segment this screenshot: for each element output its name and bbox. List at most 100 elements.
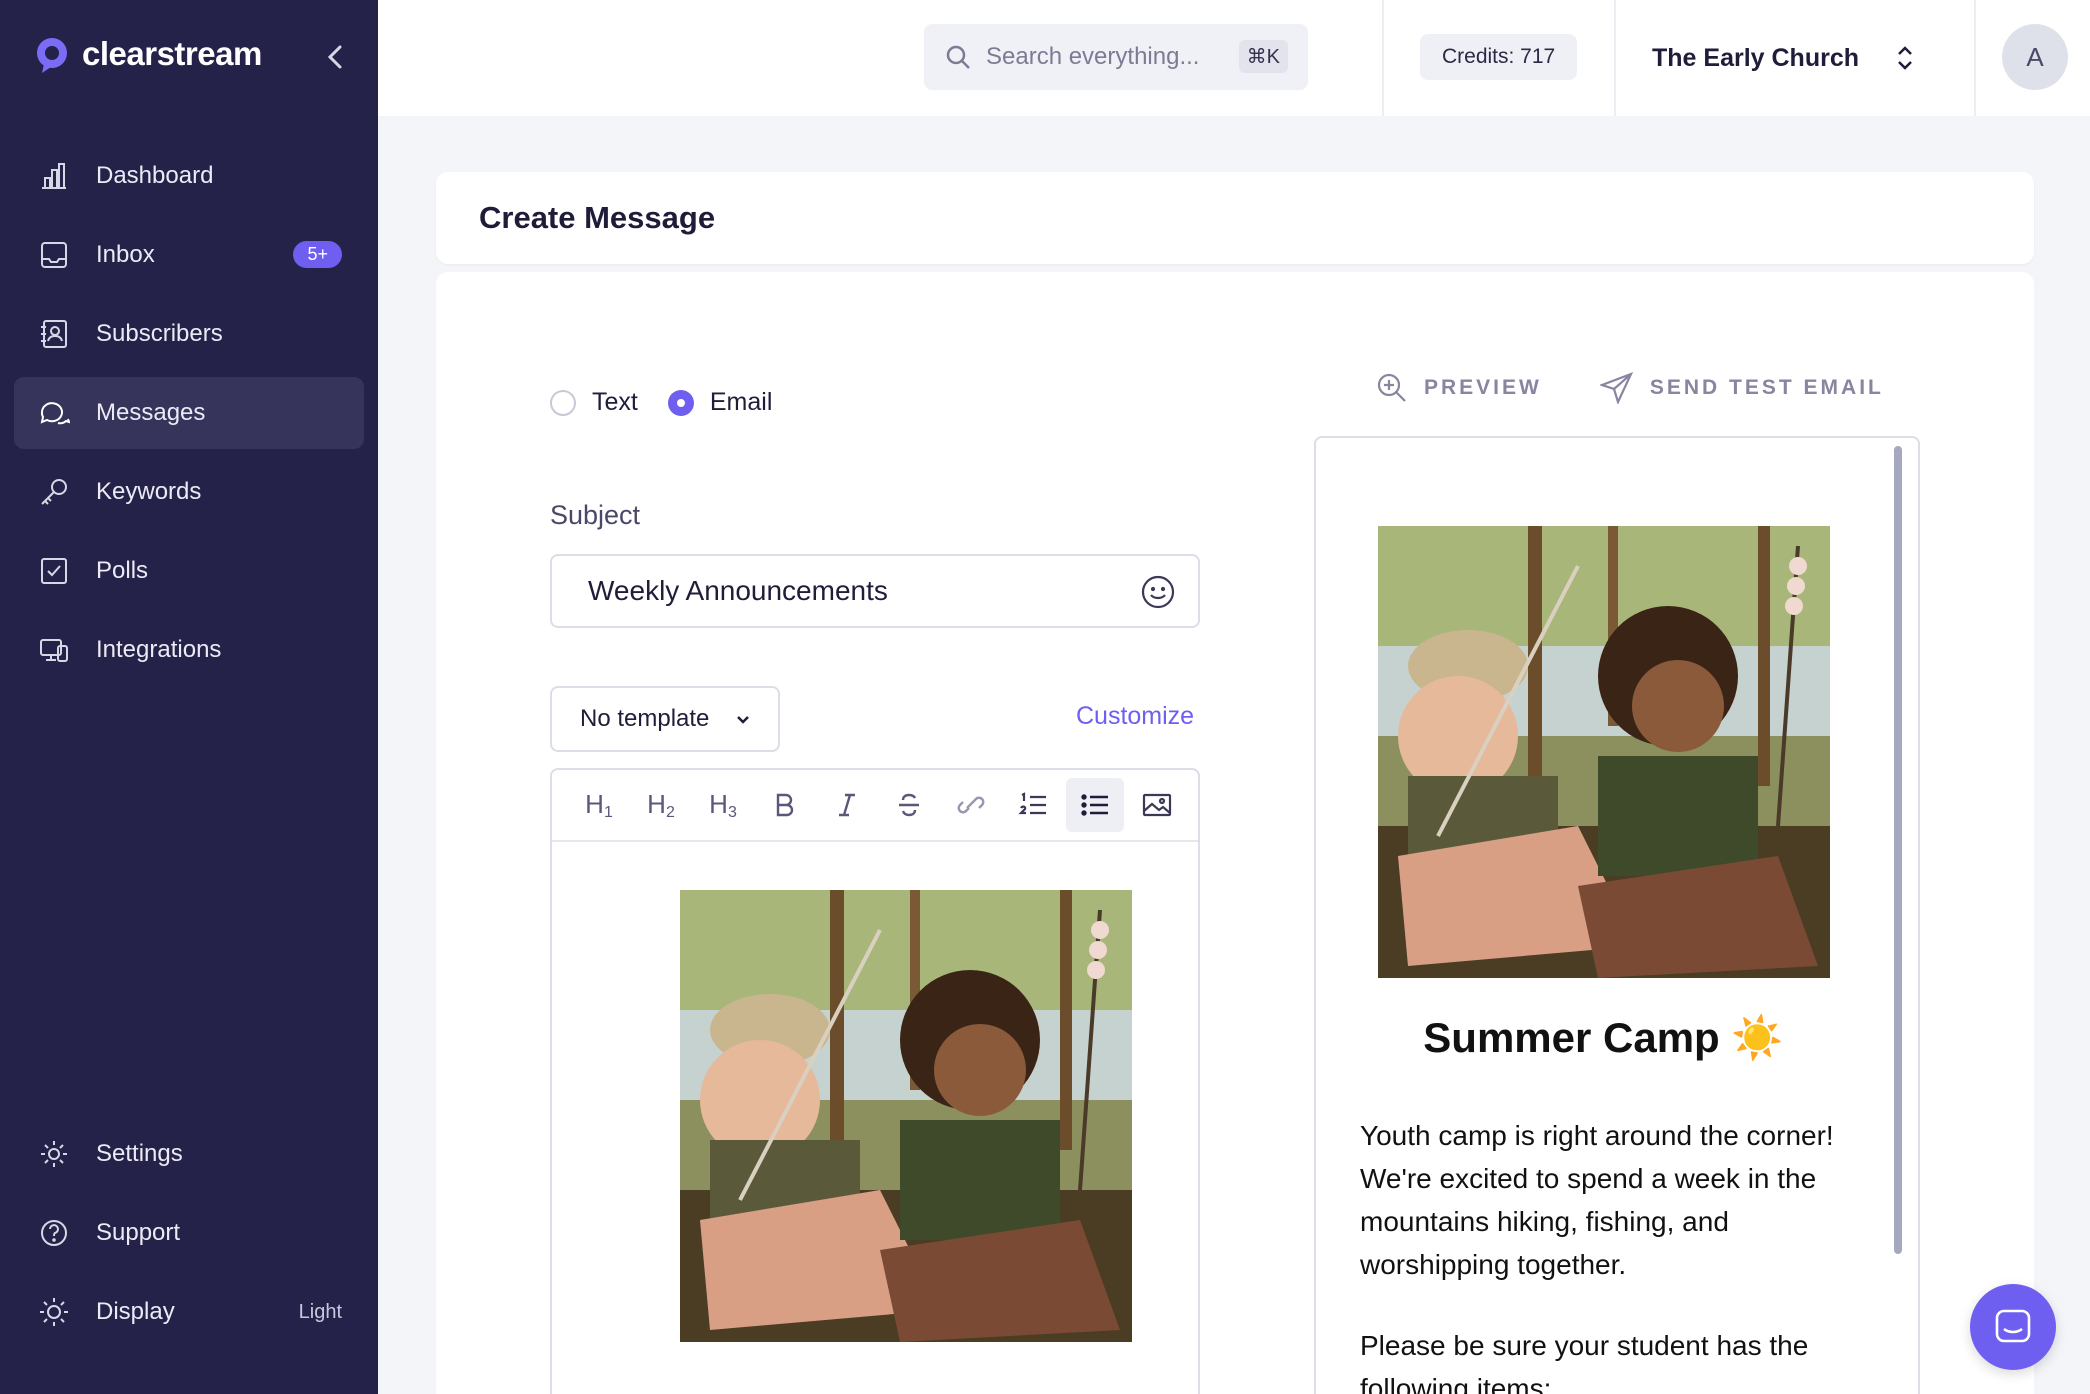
sun-emoji-icon: ☀️ [1731, 1014, 1784, 1061]
rich-text-editor[interactable]: H1 H2 H3 [550, 768, 1200, 1394]
divider [1974, 0, 1976, 116]
gear-icon [41, 1141, 67, 1167]
customize-template-link[interactable]: Customize [1076, 702, 1194, 731]
clearstream-logo-icon [37, 38, 67, 73]
support-chat-button[interactable] [1970, 1284, 2056, 1370]
editor-toolbar: H1 H2 H3 [552, 770, 1198, 842]
sidebar-item-dashboard[interactable]: Dashboard [14, 140, 364, 212]
credits-badge[interactable]: Credits: 717 [1420, 34, 1578, 80]
sidebar-item-polls[interactable]: Polls [14, 535, 364, 607]
bullet-list-button[interactable] [1066, 778, 1124, 832]
search-icon [946, 45, 970, 69]
search-placeholder: Search everything... [986, 43, 1200, 70]
sidebar-item-support[interactable]: Support [14, 1197, 364, 1269]
organization-switcher[interactable]: The Early Church [1652, 0, 1952, 116]
search-input[interactable]: Search everything... ⌘K [924, 24, 1308, 90]
preview-paragraph: Please be sure your student has the foll… [1360, 1330, 1809, 1394]
sidebar: clearstream Dashboard Inbox 5+ Subscribe… [0, 0, 378, 1394]
sidebar-item-label: Support [96, 1219, 181, 1246]
sidebar-item-label: Messages [96, 399, 206, 426]
contacts-icon [41, 320, 67, 348]
preview-actions: PREVIEW SEND TEST EMAIL [1376, 372, 1942, 404]
preview-heading-text: Summer Camp [1423, 1014, 1720, 1061]
preview-heading: Summer Camp ☀️ [1316, 1014, 1891, 1063]
heading2-icon: H2 [647, 788, 675, 821]
sidebar-item-keywords[interactable]: Keywords [14, 456, 364, 528]
message-type-text-radio[interactable]: Text [550, 388, 638, 417]
bullet-list-icon [1081, 794, 1108, 816]
brand-logo[interactable]: clearstream [32, 34, 262, 74]
heading2-button[interactable]: H2 [632, 778, 690, 832]
sidebar-item-integrations[interactable]: Integrations [14, 614, 364, 686]
inbox-count-badge: 5+ [293, 241, 342, 268]
sidebar-item-inbox[interactable]: Inbox 5+ [14, 219, 364, 291]
sidebar-item-label: Integrations [96, 636, 222, 663]
strikethrough-button[interactable] [880, 778, 938, 832]
avatar[interactable]: A [2002, 24, 2068, 90]
radio-label: Email [709, 388, 773, 416]
heading1-button[interactable]: H1 [570, 778, 628, 832]
message-type-group: Text Email [550, 388, 802, 417]
subject-value: Weekly Announcements [588, 575, 888, 606]
chevron-left-icon [327, 45, 342, 69]
email-preview-pane[interactable]: Summer Camp ☀️ Youth camp is right aroun… [1314, 436, 1920, 1394]
page-title: Create Message [479, 200, 716, 235]
sidebar-item-label: Inbox [96, 241, 155, 268]
link-button[interactable] [942, 778, 1000, 832]
send-test-email-button[interactable]: SEND TEST EMAIL [1599, 372, 1884, 404]
subject-field[interactable]: Weekly Announcements [550, 554, 1200, 628]
preview-button[interactable]: PREVIEW [1376, 372, 1542, 404]
message-type-email-radio[interactable]: Email [667, 388, 773, 417]
brand-name: clearstream [82, 35, 262, 72]
chevron-updown-icon [1898, 46, 1912, 70]
help-circle-icon [41, 1220, 67, 1246]
template-select[interactable]: No template [550, 686, 780, 752]
page-header-card: Create Message [436, 172, 2034, 264]
radio-unchecked-icon [550, 389, 576, 416]
main-nav: Dashboard Inbox 5+ Subscribers Messages … [14, 140, 364, 693]
insert-image-button[interactable] [1128, 778, 1186, 832]
sun-icon [40, 1298, 68, 1326]
preview-scrollbar[interactable] [1894, 446, 1902, 1254]
sidebar-item-label: Display [96, 1298, 175, 1325]
sidebar-item-display[interactable]: Display Light [14, 1276, 364, 1348]
image-icon [1142, 793, 1172, 817]
heading3-icon: H3 [709, 788, 737, 821]
sidebar-item-label: Polls [96, 557, 149, 584]
chevron-down-icon [737, 716, 749, 724]
emoji-picker-icon[interactable] [1140, 574, 1176, 610]
sidebar-item-label: Settings [96, 1140, 183, 1167]
send-test-email-label: SEND TEST EMAIL [1649, 376, 1884, 399]
inbox-icon [41, 242, 67, 268]
preview-camp-photo-image [1378, 526, 1830, 978]
bold-icon [776, 793, 794, 817]
subject-label: Subject [550, 500, 641, 530]
send-icon [1599, 372, 1633, 404]
composer-card: Text Email Subject Weekly Announcements … [436, 272, 2034, 1394]
bottom-nav: Settings Support Display Light [14, 1118, 364, 1355]
chat-bubbles-icon [40, 402, 70, 425]
organization-name: The Early Church [1652, 43, 1859, 72]
ordered-list-button[interactable] [1004, 778, 1062, 832]
collapse-sidebar-button[interactable] [318, 40, 352, 74]
bold-button[interactable] [756, 778, 814, 832]
sidebar-item-label: Keywords [96, 478, 202, 505]
sidebar-item-label: Subscribers [96, 320, 223, 347]
divider [1382, 0, 1384, 116]
bar-chart-icon [42, 163, 66, 189]
heading3-button[interactable]: H3 [694, 778, 752, 832]
italic-button[interactable] [818, 778, 876, 832]
sidebar-item-subscribers[interactable]: Subscribers [14, 298, 364, 370]
camp-photo-image [680, 890, 1132, 1342]
preview-camp-photo [1378, 526, 1830, 978]
sidebar-item-messages[interactable]: Messages [14, 377, 364, 449]
ordered-list-icon [1018, 792, 1046, 815]
devices-icon [40, 639, 68, 662]
sidebar-item-label: Dashboard [96, 162, 214, 189]
preview-paragraph: Youth camp is right around the corner! W… [1360, 1120, 1834, 1280]
editor-content[interactable] [552, 844, 1198, 1394]
preview-label: PREVIEW [1424, 376, 1542, 399]
sidebar-item-settings[interactable]: Settings [14, 1118, 364, 1190]
strikethrough-icon [899, 793, 919, 817]
top-bar: Search everything... ⌘K Credits: 717 The… [378, 0, 2090, 116]
